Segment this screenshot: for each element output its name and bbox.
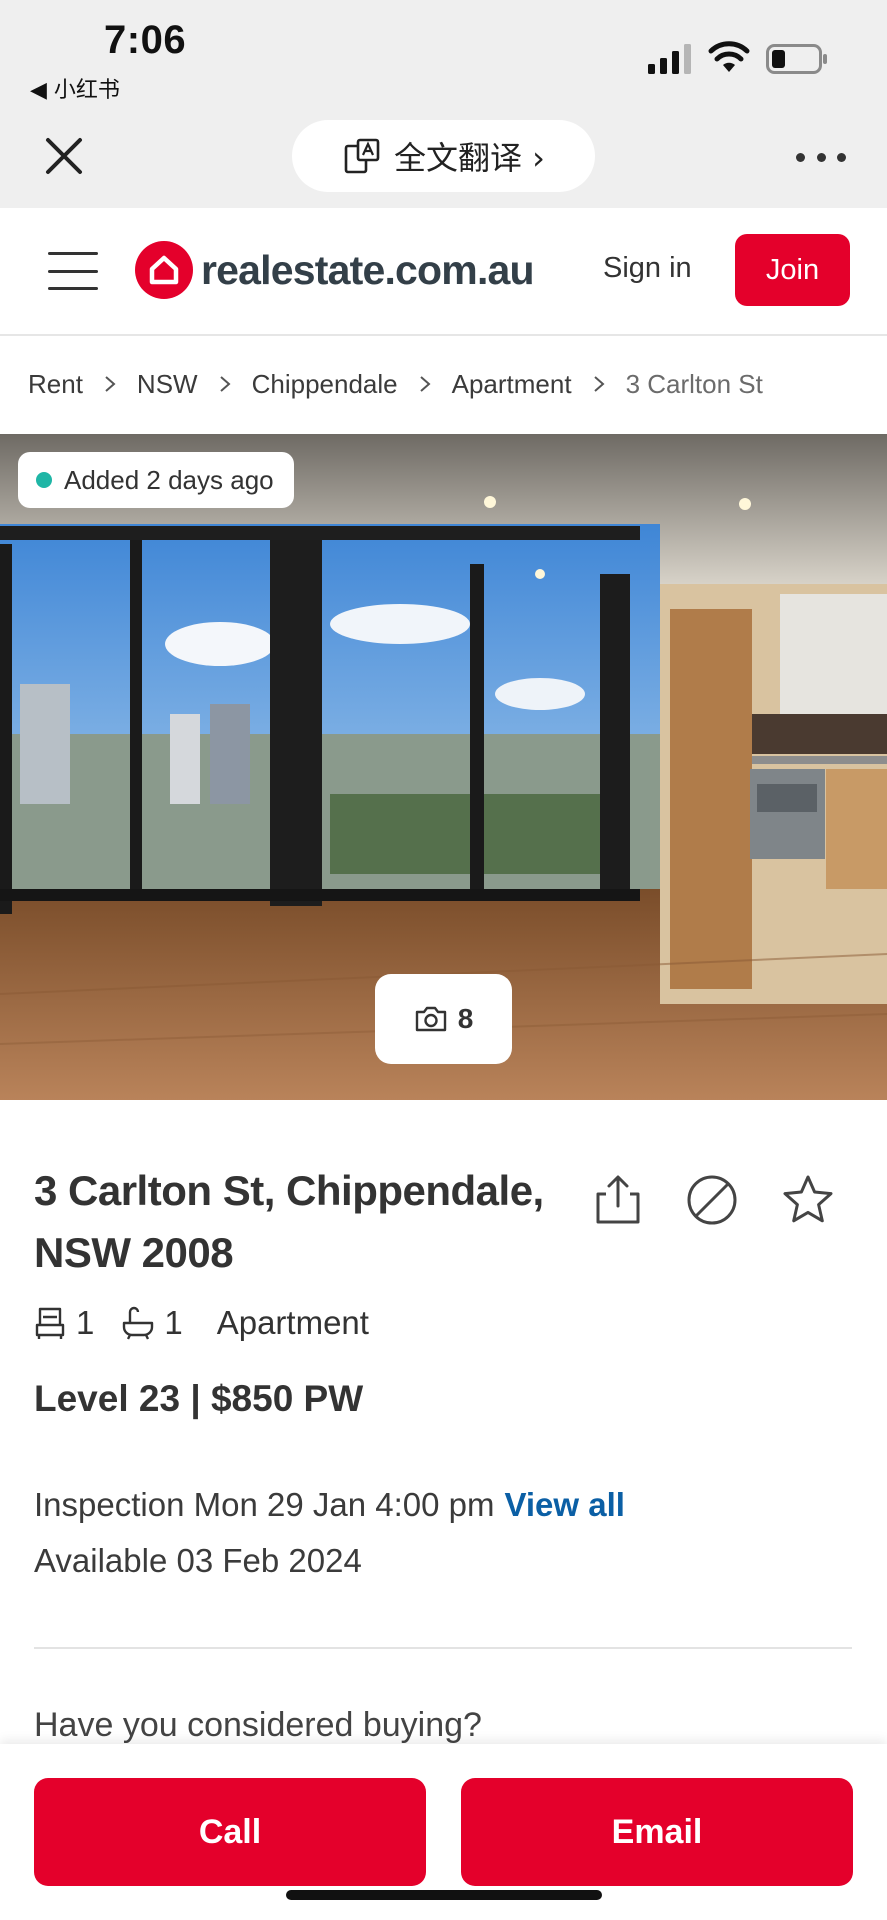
battery-icon	[766, 44, 827, 74]
breadcrumb: Rent NSW Chippendale Apartment 3 Carlton…	[28, 362, 763, 406]
breadcrumb-rent[interactable]: Rent	[28, 369, 83, 400]
more-options-icon[interactable]	[796, 140, 846, 174]
share-icon[interactable]	[590, 1172, 646, 1228]
house-logo-icon	[135, 241, 193, 299]
chevron-right-icon	[219, 376, 231, 392]
join-button[interactable]: Join	[735, 234, 850, 306]
address-line-2: NSW 2008	[34, 1229, 234, 1276]
photo-count-button[interactable]: 8	[375, 974, 512, 1064]
breadcrumb-chippendale[interactable]: Chippendale	[252, 369, 398, 400]
translate-label: 全文翻译 ›	[394, 139, 545, 177]
added-badge-label: Added 2 days ago	[64, 464, 274, 495]
address-line-1: 3 Carlton St, Chippendale,	[34, 1167, 544, 1214]
added-badge: Added 2 days ago	[18, 452, 294, 508]
bathrooms-count: 1	[164, 1304, 183, 1341]
inspection-time: Inspection Mon 29 Jan 4:00 pm	[34, 1486, 495, 1523]
breadcrumb-apartment[interactable]: Apartment	[452, 369, 572, 400]
site-header: realestate.com.au Sign in Join	[0, 208, 887, 336]
chevron-right-icon	[419, 376, 431, 392]
chevron-right-icon	[105, 376, 116, 392]
hide-listing-icon[interactable]	[684, 1172, 740, 1228]
logo-text: realestate.com.au	[201, 246, 535, 293]
back-to-app-link[interactable]: ◀ 小红书	[30, 72, 120, 104]
star-icon[interactable]	[780, 1172, 836, 1228]
home-indicator[interactable]	[286, 1890, 602, 1900]
breadcrumb-nsw[interactable]: NSW	[137, 369, 198, 400]
listing-address: 3 Carlton St, Chippendale, NSW 2008	[34, 1160, 574, 1284]
translate-button[interactable]: 全文翻译 ›	[292, 120, 595, 192]
close-icon[interactable]	[40, 132, 88, 180]
status-time: 7:06	[104, 18, 187, 62]
view-all-inspections-link[interactable]: View all	[504, 1486, 624, 1523]
property-photo[interactable]: Added 2 days ago 8	[0, 434, 887, 1100]
sign-in-link[interactable]: Sign in	[603, 252, 692, 285]
inspection-info: Inspection Mon 29 Jan 4:00 pm View all	[34, 1486, 625, 1524]
email-button[interactable]: Email	[461, 1778, 853, 1886]
property-type: Apartment	[216, 1304, 369, 1341]
listing-price: Level 23 | $850 PW	[34, 1378, 364, 1419]
status-bar: 7:06 ◀ 小红书 全文翻译 ›	[0, 0, 887, 208]
site-logo[interactable]: realestate.com.au	[135, 240, 535, 300]
call-button[interactable]: Call	[34, 1778, 426, 1886]
available-date: Available 03 Feb 2024	[34, 1542, 362, 1579]
menu-icon[interactable]	[48, 252, 98, 290]
bath-icon	[123, 1306, 154, 1340]
cellular-signal-icon	[648, 44, 691, 74]
bed-icon	[35, 1307, 65, 1339]
consider-buying-heading: Have you considered buying?	[34, 1706, 482, 1744]
bedrooms-count: 1	[76, 1304, 95, 1341]
section-divider	[34, 1647, 852, 1649]
translate-icon	[344, 138, 380, 174]
property-features: 1 1 Apartment	[34, 1304, 369, 1342]
wifi-icon	[708, 41, 750, 72]
camera-icon	[415, 1006, 446, 1032]
new-status-dot-icon	[36, 472, 52, 488]
photo-count-value: 8	[457, 1003, 474, 1034]
chevron-right-icon	[593, 376, 605, 392]
breadcrumb-current: 3 Carlton St	[625, 368, 763, 399]
